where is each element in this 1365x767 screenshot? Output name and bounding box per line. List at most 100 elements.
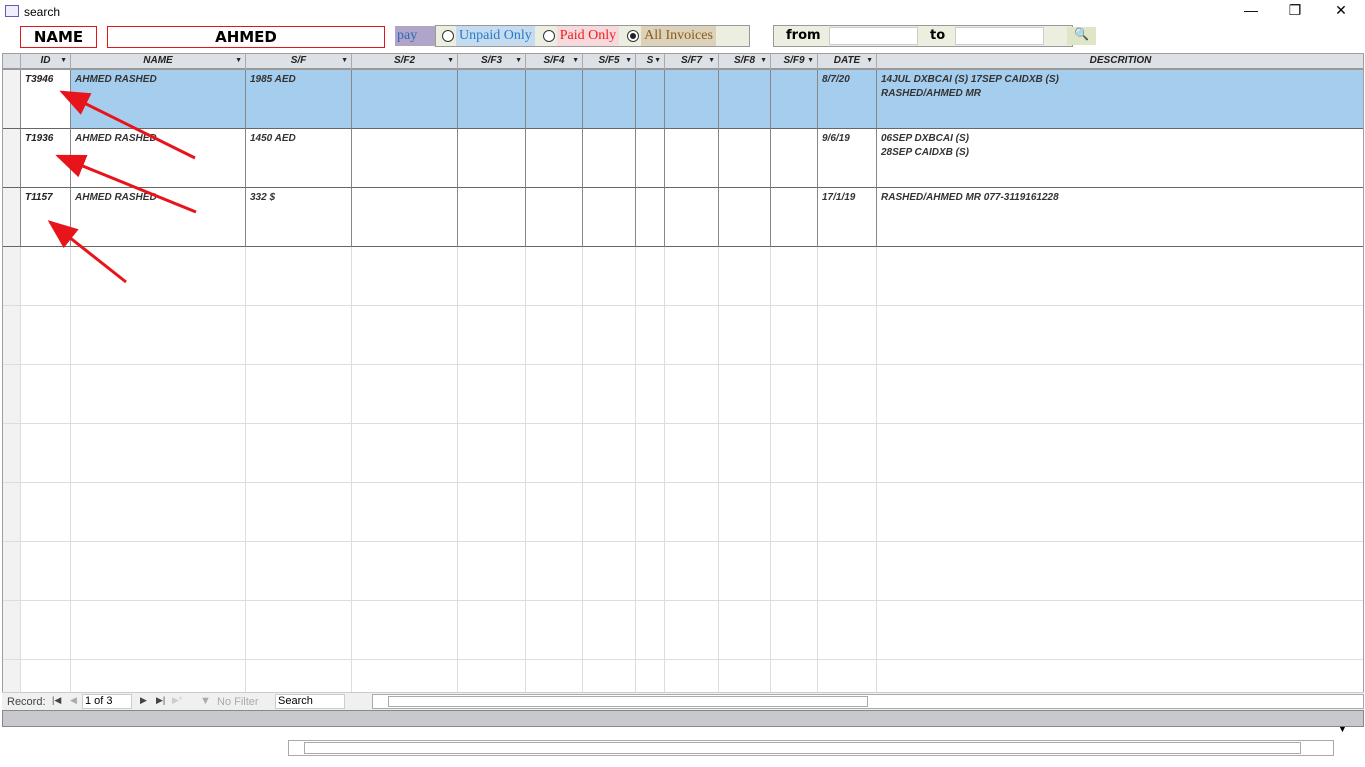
empty-cell[interactable]	[877, 542, 1363, 601]
grid-cell[interactable]	[636, 188, 665, 247]
grid-cell[interactable]	[665, 188, 719, 247]
empty-cell[interactable]	[719, 660, 771, 692]
empty-cell[interactable]	[21, 365, 71, 424]
empty-cell[interactable]	[877, 660, 1363, 692]
column-dropdown-icon[interactable]: ▼	[341, 54, 348, 68]
grid-cell[interactable]: AHMED RASHED	[71, 129, 246, 188]
empty-cell[interactable]	[771, 601, 818, 660]
empty-cell[interactable]	[877, 483, 1363, 542]
grid-cell[interactable]: T1936	[21, 129, 71, 188]
grid-cell[interactable]	[458, 70, 526, 129]
column-dropdown-icon[interactable]: ▼	[447, 54, 454, 68]
empty-cell[interactable]	[526, 365, 583, 424]
empty-cell[interactable]	[771, 306, 818, 365]
empty-cell[interactable]	[719, 247, 771, 306]
column-header[interactable]: S/F3 ▼	[458, 54, 526, 70]
empty-cell[interactable]	[526, 483, 583, 542]
empty-cell[interactable]	[818, 542, 877, 601]
empty-cell[interactable]	[818, 306, 877, 365]
empty-cell[interactable]	[71, 542, 246, 601]
row-selector[interactable]	[3, 424, 21, 483]
empty-cell[interactable]	[526, 306, 583, 365]
column-header[interactable]: S/F2 ▼	[352, 54, 458, 70]
empty-cell[interactable]	[246, 601, 352, 660]
next-record-button[interactable]: ▶	[140, 695, 147, 706]
empty-cell[interactable]	[665, 306, 719, 365]
new-record-button[interactable]: ▶*	[172, 695, 182, 706]
empty-cell[interactable]	[352, 601, 458, 660]
empty-cell[interactable]	[352, 424, 458, 483]
grid-cell[interactable]	[352, 70, 458, 129]
empty-cell[interactable]	[665, 424, 719, 483]
empty-cell[interactable]	[71, 247, 246, 306]
empty-cell[interactable]	[352, 660, 458, 692]
empty-cell[interactable]	[771, 424, 818, 483]
outer-horizontal-scrollbar[interactable]	[288, 740, 1334, 756]
restore-button[interactable]: ❐	[1280, 2, 1310, 22]
row-selector[interactable]	[3, 483, 21, 542]
column-header[interactable]: NAME ▼	[71, 54, 246, 70]
horizontal-scrollbar[interactable]	[372, 694, 1364, 709]
empty-cell[interactable]	[246, 247, 352, 306]
column-dropdown-icon[interactable]: ▼	[654, 54, 661, 68]
row-selector[interactable]	[3, 601, 21, 660]
empty-cell[interactable]	[526, 424, 583, 483]
first-record-button[interactable]: |◀	[52, 695, 61, 706]
empty-cell[interactable]	[71, 365, 246, 424]
empty-cell[interactable]	[771, 660, 818, 692]
column-dropdown-icon[interactable]: ▼	[625, 54, 632, 68]
empty-cell[interactable]	[818, 424, 877, 483]
empty-cell[interactable]	[877, 306, 1363, 365]
empty-cell[interactable]	[719, 483, 771, 542]
grid-cell[interactable]	[352, 129, 458, 188]
empty-cell[interactable]	[246, 306, 352, 365]
grid-cell[interactable]: T1157	[21, 188, 71, 247]
grid-cell[interactable]	[583, 129, 636, 188]
radio-option[interactable]: Paid Only	[542, 26, 620, 46]
grid-cell[interactable]	[719, 70, 771, 129]
column-dropdown-icon[interactable]: ▼	[866, 54, 873, 68]
column-header[interactable]: S/F4 ▼	[526, 54, 583, 70]
grid-cell[interactable]	[771, 129, 818, 188]
scrollbar-thumb[interactable]	[388, 696, 868, 707]
empty-cell[interactable]	[71, 483, 246, 542]
grid-cell[interactable]	[458, 188, 526, 247]
grid-cell[interactable]: AHMED RASHED	[71, 70, 246, 129]
close-button[interactable]: ✕	[1326, 2, 1356, 22]
empty-cell[interactable]	[818, 483, 877, 542]
empty-cell[interactable]	[21, 247, 71, 306]
empty-cell[interactable]	[246, 660, 352, 692]
empty-cell[interactable]	[665, 483, 719, 542]
empty-cell[interactable]	[71, 660, 246, 692]
grid-cell[interactable]	[526, 188, 583, 247]
empty-cell[interactable]	[636, 483, 665, 542]
empty-cell[interactable]	[246, 542, 352, 601]
column-header[interactable]: S/F9 ▼	[771, 54, 818, 70]
grid-cell[interactable]	[771, 188, 818, 247]
radio-option[interactable]: All Invoices	[627, 26, 716, 46]
empty-cell[interactable]	[583, 601, 636, 660]
row-selector[interactable]	[3, 660, 21, 692]
grid-cell[interactable]: 17/1/19	[818, 188, 877, 247]
empty-cell[interactable]	[719, 365, 771, 424]
empty-cell[interactable]	[583, 306, 636, 365]
empty-cell[interactable]	[771, 365, 818, 424]
empty-cell[interactable]	[352, 542, 458, 601]
empty-cell[interactable]	[526, 542, 583, 601]
empty-cell[interactable]	[636, 660, 665, 692]
empty-cell[interactable]	[877, 365, 1363, 424]
empty-cell[interactable]	[665, 247, 719, 306]
column-dropdown-icon[interactable]: ▼	[572, 54, 579, 68]
column-header[interactable]: DESCRITION	[877, 54, 1363, 70]
grid-cell[interactable]: 8/7/20	[818, 70, 877, 129]
empty-cell[interactable]	[21, 542, 71, 601]
empty-cell[interactable]	[877, 601, 1363, 660]
radio-unchecked-icon[interactable]	[442, 30, 454, 42]
row-selector[interactable]	[3, 188, 21, 247]
grid-cell[interactable]	[665, 129, 719, 188]
row-selector[interactable]	[3, 542, 21, 601]
empty-cell[interactable]	[21, 483, 71, 542]
empty-cell[interactable]	[818, 247, 877, 306]
empty-cell[interactable]	[458, 424, 526, 483]
empty-cell[interactable]	[458, 660, 526, 692]
